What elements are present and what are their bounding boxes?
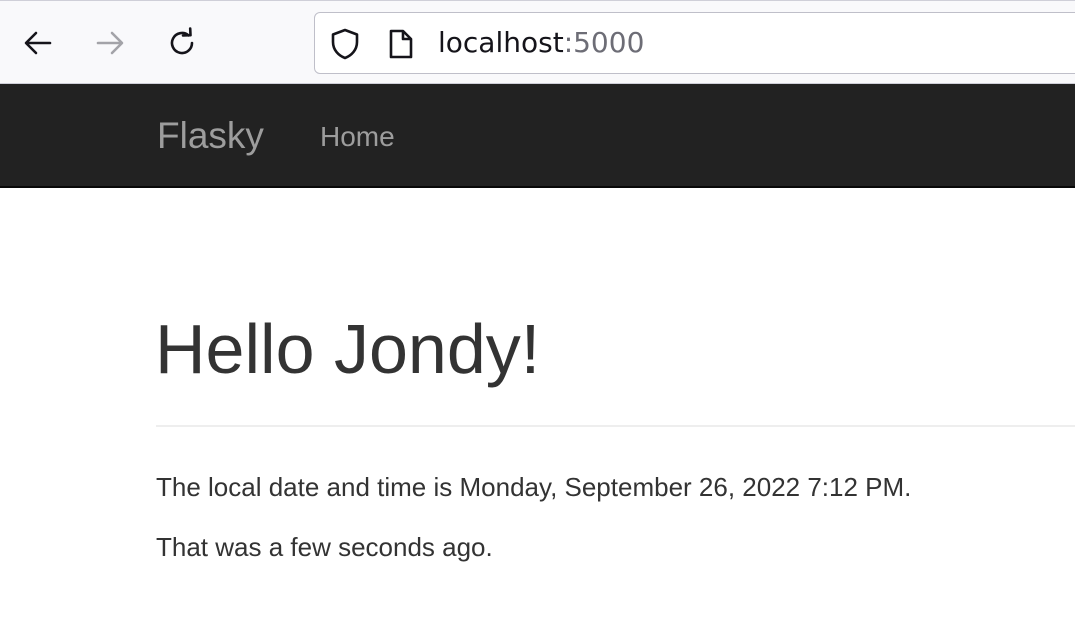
reload-icon	[170, 27, 194, 55]
url-text[interactable]: localhost:5000	[438, 26, 644, 60]
relative-time-text: That was a few seconds ago.	[156, 532, 493, 562]
page-icon[interactable]	[385, 28, 417, 60]
arrow-right-icon	[96, 31, 124, 55]
url-port: :5000	[563, 26, 645, 59]
url-bar[interactable]: localhost:5000	[314, 12, 1075, 74]
back-button[interactable]	[18, 23, 58, 63]
arrow-left-icon	[24, 31, 52, 55]
datetime-text: The local date and time is Monday, Septe…	[156, 472, 912, 502]
nav-link-home[interactable]: Home	[320, 121, 395, 153]
url-host: localhost	[438, 26, 564, 59]
reload-button[interactable]	[162, 23, 202, 63]
page-title: Hello Jondy!	[155, 310, 541, 388]
forward-button[interactable]	[90, 23, 130, 63]
shield-icon[interactable]	[329, 28, 361, 60]
navbar-brand[interactable]: Flasky	[157, 114, 264, 158]
browser-toolbar: localhost:5000	[0, 0, 1075, 84]
divider	[156, 425, 1075, 427]
